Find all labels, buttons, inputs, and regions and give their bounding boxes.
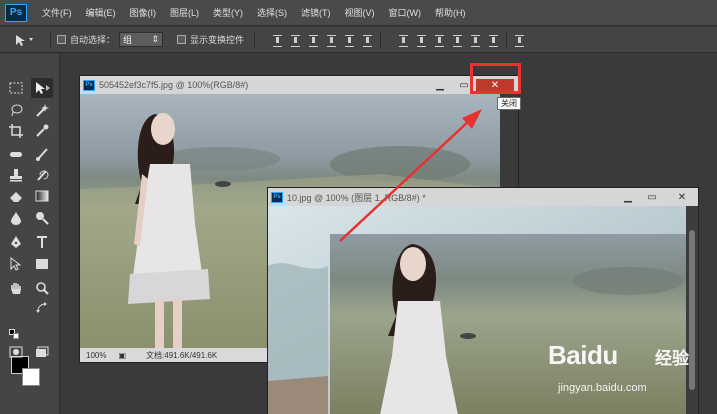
watermark-brand-cn: 经验: [655, 349, 689, 368]
baidu-watermark: Baidu 经验 jingyan.baidu.com: [548, 340, 713, 410]
watermark-brand: Baidu: [548, 340, 618, 370]
watermark-url: jingyan.baidu.com: [558, 382, 647, 394]
